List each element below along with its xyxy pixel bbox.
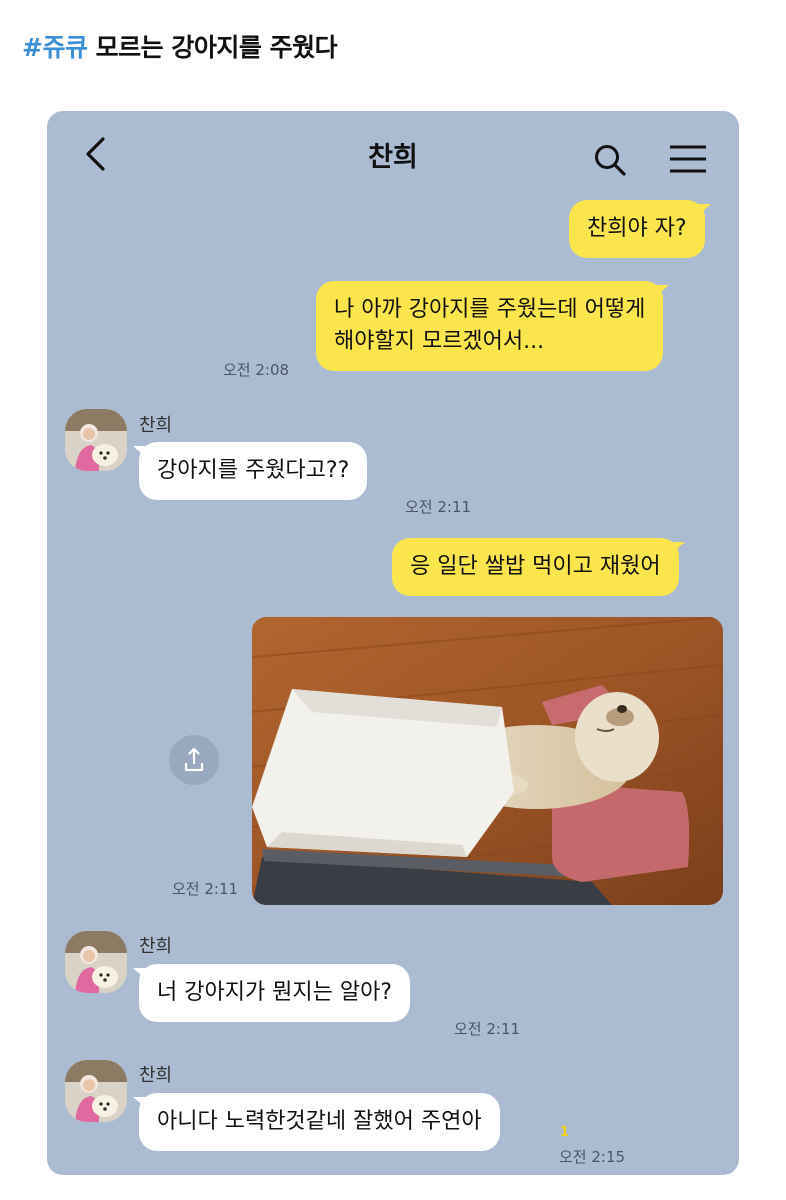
avatar-image [65, 931, 127, 993]
message-text: 찬희야 자? [587, 216, 687, 241]
sender-name: 찬희 [139, 1065, 173, 1086]
message-bubble-theirs[interactable]: 너 강아지가 뭔지는 알아? [132, 964, 411, 1022]
message-bubble-mine[interactable]: 찬희야 자? [569, 200, 711, 258]
share-icon [184, 747, 204, 772]
message-text: 아니다 노력한것같네 잘했어 주연아 [157, 1109, 482, 1134]
message-bubble-theirs[interactable]: 아니다 노력한것같네 잘했어 주연아 [133, 1093, 500, 1151]
message-bubble-mine[interactable]: 응 일단 쌀밥 먹이고 재웠어 [392, 538, 685, 596]
message-time: 오전 2:11 [454, 1020, 521, 1038]
avatar[interactable] [65, 409, 127, 471]
photo-image [252, 617, 723, 905]
message-time: 오전 2:11 [172, 880, 239, 898]
message-text-line: 나 아까 강아지를 주웠는데 어떻게 [334, 297, 646, 322]
message-text: 응 일단 쌀밥 먹이고 재웠어 [410, 554, 661, 579]
avatar-image [65, 1060, 127, 1122]
unread-count: 1 [560, 1125, 570, 1140]
message-text: 너 강아지가 뭔지는 알아? [157, 980, 393, 1005]
message-time: 오전 2:15 [559, 1148, 626, 1166]
message-time: 오전 2:11 [405, 498, 472, 516]
post-title: #쥬큐 모르는 강아지를 주웠다 [22, 28, 338, 64]
post-tag[interactable]: #쥬큐 [22, 33, 88, 62]
share-button[interactable] [169, 735, 219, 785]
sender-name: 찬희 [139, 936, 173, 957]
avatar[interactable] [65, 1060, 127, 1122]
sender-name: 찬희 [139, 415, 173, 436]
message-bubble-theirs[interactable]: 강아지를 주웠다고?? [132, 442, 368, 500]
avatar-image [65, 409, 127, 471]
chat-title: 찬희 [368, 142, 418, 173]
chat-window: 찬희 찬희야 자? 나 아까 강아지를 주웠는데 어떻게 해야할지 모르겠어서.… [47, 111, 739, 1175]
message-text: 강아지를 주웠다고?? [157, 458, 350, 483]
hamburger-menu-icon[interactable] [668, 144, 708, 174]
avatar[interactable] [65, 931, 127, 993]
message-bubble-mine[interactable]: 나 아까 강아지를 주웠는데 어떻게 해야할지 모르겠어서... [316, 281, 670, 371]
search-icon[interactable] [593, 143, 627, 177]
puppy-sleeping-under-tissue-photo[interactable] [252, 617, 723, 905]
message-text-line: 해야할지 모르겠어서... [334, 329, 545, 354]
message-time: 오전 2:08 [223, 361, 290, 379]
post-title-text: 모르는 강아지를 주웠다 [95, 33, 338, 62]
